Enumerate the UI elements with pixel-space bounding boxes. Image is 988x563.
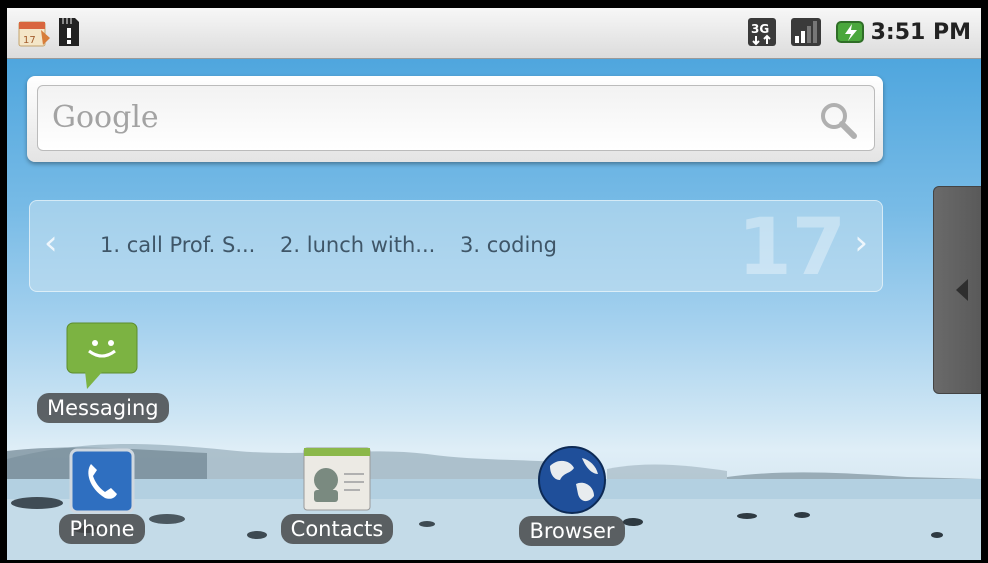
browser-globe-icon	[538, 446, 606, 514]
phone-icon	[69, 448, 135, 514]
app-phone[interactable]: Phone	[52, 448, 152, 544]
app-label: Browser	[519, 516, 625, 546]
app-label: Contacts	[280, 514, 394, 544]
calendar-icon: 17	[18, 21, 50, 47]
google-search-widget[interactable]: Google	[27, 76, 883, 162]
widget-date: 17	[737, 203, 846, 293]
contacts-icon	[303, 447, 371, 511]
search-icon[interactable]	[816, 98, 860, 142]
status-bar[interactable]: 17 3G 3:51 PM	[7, 8, 981, 59]
widget-prev-arrow[interactable]: ‹	[44, 223, 58, 263]
app-label: Messaging	[37, 393, 169, 423]
app-contacts[interactable]: Contacts	[277, 444, 397, 544]
task-item[interactable]: 2. lunch with...	[280, 233, 435, 257]
app-label: Phone	[59, 514, 145, 544]
clock: 3:51 PM	[870, 20, 971, 45]
battery-charging-icon	[836, 21, 864, 43]
app-drawer-handle[interactable]	[933, 186, 981, 394]
task-list: 1. call Prof. S... 2. lunch with... 3. c…	[100, 233, 575, 257]
task-item[interactable]: 3. coding	[460, 233, 557, 257]
svg-text:3G: 3G	[751, 22, 769, 36]
signal-icon	[791, 18, 821, 46]
search-input[interactable]: Google	[37, 85, 875, 151]
messaging-icon	[66, 322, 138, 389]
chevron-left-icon	[956, 279, 968, 301]
search-placeholder: Google	[52, 100, 159, 135]
3g-icon: 3G	[748, 18, 776, 46]
app-messaging[interactable]: Messaging	[37, 321, 169, 423]
task-item[interactable]: 1. call Prof. S...	[100, 233, 255, 257]
calendar-task-widget[interactable]: ‹ 1. call Prof. S... 2. lunch with... 3.…	[29, 200, 883, 293]
svg-text:17: 17	[23, 35, 36, 46]
app-browser[interactable]: Browser	[512, 444, 632, 546]
sd-card-warning-icon	[59, 18, 79, 46]
home-screen: 17 3G 3:51 PM Google ‹ 1. call Prof. S..…	[7, 8, 981, 560]
widget-next-arrow[interactable]: ›	[854, 223, 868, 263]
